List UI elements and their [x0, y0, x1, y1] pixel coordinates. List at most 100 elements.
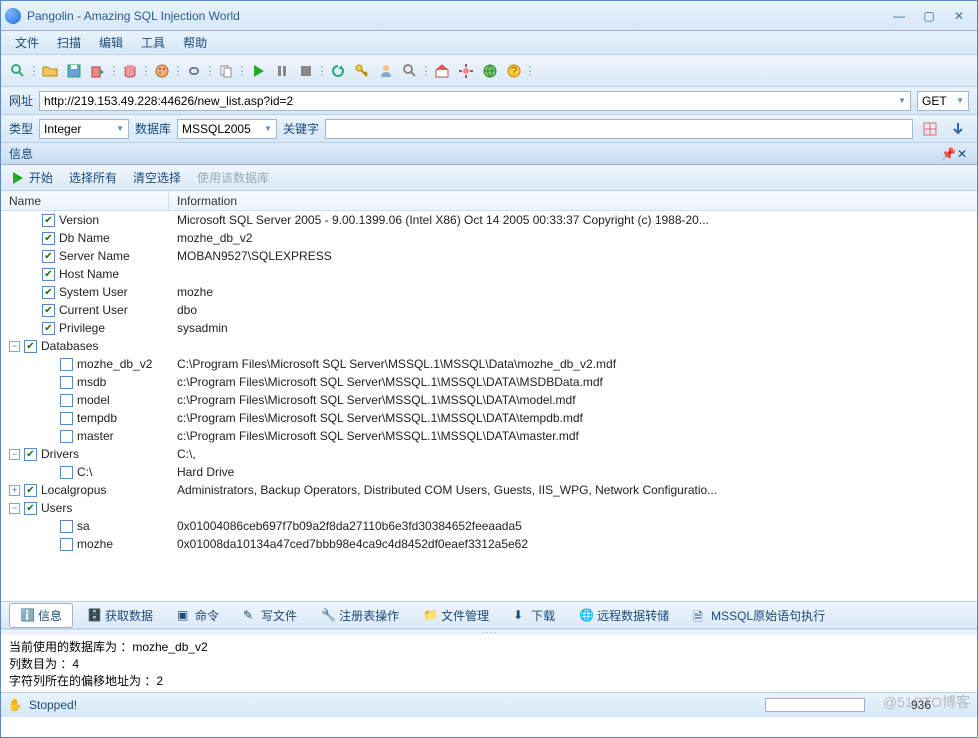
pause-icon[interactable] — [271, 60, 293, 82]
checkbox[interactable] — [42, 232, 55, 245]
pin-icon[interactable]: 📌 — [941, 147, 955, 161]
tree-row[interactable]: sa0x01004086ceb697f7b09a2f8da27110b6e3fd… — [1, 517, 977, 535]
tab-raw-sql[interactable]: 🗎MSSQL原始语句执行 — [683, 604, 835, 627]
checkbox[interactable] — [60, 394, 73, 407]
tree-row[interactable]: masterc:\Program Files\Microsoft SQL Ser… — [1, 427, 977, 445]
close-button[interactable]: ✕ — [945, 7, 973, 25]
start-button[interactable]: 开始 — [9, 169, 53, 186]
menu-scan[interactable]: 扫描 — [49, 32, 89, 53]
tree-row[interactable]: +LocalgropusAdministrators, Backup Opera… — [1, 481, 977, 499]
download-icon: ⬇ — [513, 608, 527, 622]
tab-file-manager[interactable]: 📁文件管理 — [413, 604, 499, 627]
globe-icon[interactable] — [479, 60, 501, 82]
export-icon[interactable] — [87, 60, 109, 82]
checkbox[interactable] — [60, 358, 73, 371]
output-panel[interactable]: 当前使用的数据库为 ：mozhe_db_v2 列数目为 ：4 字符列所在的偏移地… — [1, 635, 977, 693]
checkbox[interactable] — [60, 430, 73, 443]
tree-row[interactable]: Server NameMOBAN9527\SQLEXPRESS — [1, 247, 977, 265]
url-value: http://219.153.49.228:44626/new_list.asp… — [44, 94, 293, 108]
checkbox[interactable] — [42, 250, 55, 263]
tab-registry[interactable]: 🔧注册表操作 — [311, 604, 409, 627]
method-select[interactable]: GET ▼ — [917, 91, 969, 111]
tree-row[interactable]: modelc:\Program Files\Microsoft SQL Serv… — [1, 391, 977, 409]
refresh-icon[interactable] — [327, 60, 349, 82]
db-icon[interactable] — [119, 60, 141, 82]
user-icon[interactable] — [375, 60, 397, 82]
tab-download[interactable]: ⬇下载 — [503, 604, 565, 627]
menu-file[interactable]: 文件 — [7, 32, 47, 53]
tab-fetch-data[interactable]: 🗄️获取数据 — [77, 604, 163, 627]
keyword-input[interactable] — [325, 119, 913, 139]
checkbox[interactable] — [24, 340, 37, 353]
save-icon[interactable] — [63, 60, 85, 82]
arrow-down-icon[interactable] — [947, 118, 969, 140]
stop-hand-icon: ✋ — [7, 697, 23, 713]
grid-icon[interactable] — [919, 118, 941, 140]
tab-command[interactable]: ▣命令 — [167, 604, 229, 627]
menu-tools[interactable]: 工具 — [133, 32, 173, 53]
menu-edit[interactable]: 编辑 — [91, 32, 131, 53]
tree-row[interactable]: VersionMicrosoft SQL Server 2005 - 9.00.… — [1, 211, 977, 229]
tree-row[interactable]: Db Namemozhe_db_v2 — [1, 229, 977, 247]
url-input[interactable]: http://219.153.49.228:44626/new_list.asp… — [39, 91, 911, 111]
home-icon[interactable] — [431, 60, 453, 82]
tree-row[interactable]: −Users — [1, 499, 977, 517]
checkbox[interactable] — [42, 322, 55, 335]
tree-row[interactable]: tempdbc:\Program Files\Microsoft SQL Ser… — [1, 409, 977, 427]
zoom-icon[interactable] — [7, 60, 29, 82]
palette-icon[interactable] — [151, 60, 173, 82]
column-name[interactable]: Name — [1, 191, 169, 210]
tree-row[interactable]: Current Userdbo — [1, 301, 977, 319]
expand-icon[interactable]: + — [9, 485, 20, 496]
tree-row[interactable]: −Databases — [1, 337, 977, 355]
checkbox[interactable] — [24, 448, 37, 461]
checkbox[interactable] — [42, 304, 55, 317]
chevron-down-icon: ▼ — [956, 96, 964, 105]
select-all-button[interactable]: 选择所有 — [69, 169, 117, 186]
folder-icon[interactable] — [39, 60, 61, 82]
method-value: GET — [922, 94, 947, 108]
tab-info[interactable]: ℹ️信息 — [9, 603, 73, 628]
close-panel-icon[interactable]: ✕ — [955, 147, 969, 161]
checkbox[interactable] — [60, 466, 73, 479]
expand-icon[interactable]: − — [9, 449, 20, 460]
link-icon[interactable] — [183, 60, 205, 82]
checkbox[interactable] — [24, 484, 37, 497]
menu-help[interactable]: 帮助 — [175, 32, 215, 53]
column-info[interactable]: Information — [169, 191, 977, 210]
checkbox[interactable] — [42, 286, 55, 299]
folder-icon: 📁 — [423, 608, 437, 622]
type-select[interactable]: Integer ▼ — [39, 119, 129, 139]
checkbox[interactable] — [60, 520, 73, 533]
checkbox[interactable] — [60, 376, 73, 389]
expand-icon[interactable]: − — [9, 341, 20, 352]
checkbox[interactable] — [60, 412, 73, 425]
checkbox[interactable] — [24, 502, 37, 515]
stop-icon[interactable] — [295, 60, 317, 82]
search-icon[interactable] — [399, 60, 421, 82]
expand-icon[interactable]: − — [9, 503, 20, 514]
tree-row[interactable]: Host Name — [1, 265, 977, 283]
tab-remote-dump[interactable]: 🌐远程数据转储 — [569, 604, 679, 627]
clear-selection-button[interactable]: 清空选择 — [133, 169, 181, 186]
play-icon[interactable] — [247, 60, 269, 82]
tree-body[interactable]: VersionMicrosoft SQL Server 2005 - 9.00.… — [1, 211, 977, 601]
copy-icon[interactable] — [215, 60, 237, 82]
db-select[interactable]: MSSQL2005 ▼ — [177, 119, 277, 139]
tree-row[interactable]: mozhe0x01008da10134a47ced7bbb98e4ca9c4d8… — [1, 535, 977, 553]
tree-row[interactable]: mozhe_db_v2C:\Program Files\Microsoft SQ… — [1, 355, 977, 373]
tree-row[interactable]: Privilegesysadmin — [1, 319, 977, 337]
tree-row[interactable]: msdbc:\Program Files\Microsoft SQL Serve… — [1, 373, 977, 391]
minimize-button[interactable]: — — [885, 7, 913, 25]
tree-row[interactable]: C:\Hard Drive — [1, 463, 977, 481]
checkbox[interactable] — [42, 214, 55, 227]
checkbox[interactable] — [42, 268, 55, 281]
tree-row[interactable]: −DriversC:\, — [1, 445, 977, 463]
checkbox[interactable] — [60, 538, 73, 551]
maximize-button[interactable]: ▢ — [915, 7, 943, 25]
settings-icon[interactable] — [455, 60, 477, 82]
help-icon[interactable]: ? — [503, 60, 525, 82]
key-icon[interactable] — [351, 60, 373, 82]
tab-write-file[interactable]: ✎写文件 — [233, 604, 307, 627]
tree-row[interactable]: System Usermozhe — [1, 283, 977, 301]
